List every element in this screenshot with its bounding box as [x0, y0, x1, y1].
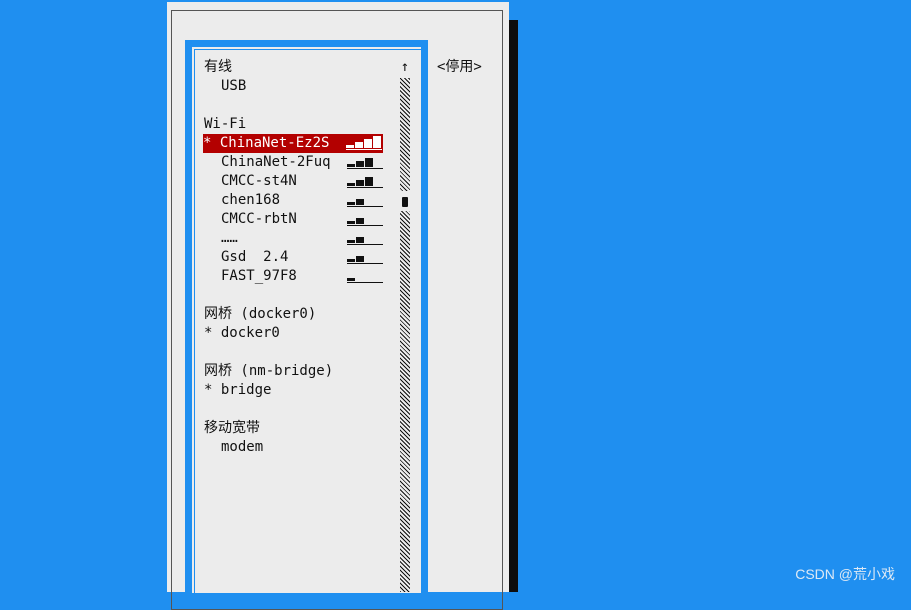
wifi-item-label: ChinaNet-2Fuq	[221, 154, 331, 170]
section-mobile-broadband: 移动宽带	[204, 420, 260, 436]
scroll-up-arrow-icon[interactable]: ↑	[399, 58, 411, 77]
wifi-item-label: CMCC-st4N	[221, 173, 297, 189]
wifi-item-label: FAST_97F8	[221, 268, 297, 284]
scrollbar-track[interactable]	[400, 78, 410, 592]
signal-bar	[347, 164, 355, 167]
signal-bar	[356, 199, 364, 205]
signal-bar	[356, 218, 364, 224]
signal-bar	[347, 221, 355, 224]
wifi-item-label: chen168	[221, 192, 281, 208]
connection-docker0[interactable]: * docker0	[204, 324, 280, 343]
wifi-item[interactable]: FAST_97F8	[221, 267, 383, 286]
signal-bar	[356, 161, 364, 167]
signal-bar	[356, 256, 364, 262]
wifi-item-label: CMCC-rbtN	[221, 211, 297, 227]
signal-strength-icon	[347, 271, 383, 283]
wifi-item[interactable]: CMCC-st4N	[221, 172, 383, 191]
signal-bar	[365, 177, 373, 186]
wifi-item-label: * ChinaNet-Ez2S	[203, 135, 330, 151]
connection-modem[interactable]: modem	[221, 438, 263, 457]
signal-strength-icon	[347, 233, 383, 245]
signal-bar	[347, 183, 355, 186]
signal-bar	[365, 158, 373, 167]
wifi-item-selected[interactable]: * ChinaNet-Ez2S	[203, 134, 383, 153]
wifi-item[interactable]: ChinaNet-2Fuq	[221, 153, 383, 172]
signal-strength-icon	[347, 252, 383, 264]
signal-strength-icon	[347, 195, 383, 207]
wifi-item[interactable]: ……	[221, 229, 383, 248]
connection-bridge[interactable]: * bridge	[204, 381, 271, 400]
signal-bar	[355, 142, 363, 148]
section-bridge-docker: 网桥 (docker0)	[204, 306, 317, 322]
connection-usb[interactable]: USB	[221, 77, 246, 96]
signal-strength-icon	[347, 176, 383, 188]
scrollbar-thumb[interactable]	[402, 197, 408, 207]
signal-bar	[373, 136, 381, 148]
signal-strength-icon	[347, 157, 383, 169]
dialog-shadow	[509, 20, 518, 592]
watermark: CSDN @荒小戏	[795, 566, 895, 582]
section-wifi: Wi-Fi	[204, 116, 247, 132]
wifi-item-label: Gsd 2.4	[221, 249, 289, 265]
wifi-item[interactable]: chen168	[221, 191, 383, 210]
signal-bar	[356, 180, 364, 186]
signal-bar	[347, 202, 355, 205]
disable-button[interactable]: <停用>	[437, 58, 482, 77]
wifi-item-label: ……	[221, 230, 238, 246]
signal-strength-icon	[346, 136, 382, 150]
section-bridge-nm: 网桥 (nm-bridge)	[204, 363, 334, 379]
signal-bar	[364, 139, 372, 148]
signal-strength-icon	[347, 214, 383, 226]
section-wired: 有线	[204, 59, 232, 75]
signal-bar	[347, 240, 355, 243]
signal-bar	[356, 237, 364, 243]
wifi-item[interactable]: CMCC-rbtN	[221, 210, 383, 229]
wifi-item[interactable]: Gsd 2.4	[221, 248, 383, 267]
signal-bar	[347, 259, 355, 262]
signal-bar	[347, 278, 355, 281]
signal-bar	[346, 145, 354, 148]
